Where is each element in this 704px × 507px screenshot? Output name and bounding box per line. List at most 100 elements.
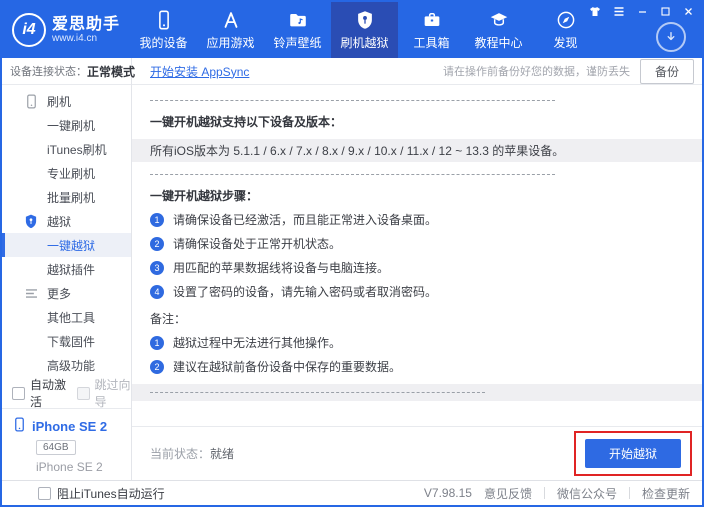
feedback-link[interactable]: 意见反馈 — [484, 485, 532, 502]
status-bar: 阻止iTunes自动运行 V7.98.15 意见反馈 微信公众号 检查更新 — [2, 480, 702, 505]
current-status-text: 当前状态：就绪 — [150, 445, 234, 462]
block-itunes-checkbox[interactable] — [38, 487, 51, 500]
current-status-value: 就绪 — [210, 447, 234, 461]
connection-status-value: 正常模式 — [87, 63, 135, 80]
jailbreak-step: 2 请确保设备处于正常开机状态。 — [150, 235, 702, 252]
sidebar-item-pro-flash[interactable]: 专业刷机 — [2, 161, 131, 185]
nav-flash-jailbreak[interactable]: 刷机越狱 — [331, 2, 398, 58]
backup-button[interactable]: 备份 — [640, 59, 694, 84]
note-number-badge: 2 — [150, 360, 164, 374]
device-connection-status: 设备连接状态：正常模式 — [2, 58, 131, 85]
start-jailbreak-button[interactable]: 开始越狱 — [585, 439, 681, 468]
sidebar-item-label: 下载固件 — [47, 333, 95, 350]
step-text: 设置了密码的设备，请先输入密码或者取消密码。 — [173, 283, 437, 300]
note-text: 建议在越狱前备份设备中保存的重要数据。 — [173, 358, 401, 375]
phone-icon — [153, 9, 175, 31]
sidebar: 设备连接状态：正常模式 刷机 一键刷机 iTunes刷机 专业刷机 批量刷机 — [2, 58, 132, 480]
download-manager-button[interactable] — [656, 22, 686, 52]
device-info-panel[interactable]: iPhone SE 2 64GB iPhone SE 2 — [2, 408, 131, 480]
more-list-icon — [23, 288, 39, 299]
sidebar-item-more[interactable]: 更多 — [2, 281, 131, 305]
nav-label: 发现 — [553, 34, 577, 51]
step-number-badge: 2 — [150, 237, 164, 251]
jailbreak-info-content: 一键开机越狱支持以下设备及版本： 所有iOS版本为 5.1.1 / 6.x / … — [132, 85, 702, 426]
skip-wizard-label: 跳过向导 — [95, 376, 132, 410]
note-number-badge: 1 — [150, 336, 164, 350]
sidebar-menu: 刷机 一键刷机 iTunes刷机 专业刷机 批量刷机 越狱 一键越狱 越狱插件 — [2, 85, 131, 378]
sidebar-item-jailbreak[interactable]: 越狱 — [2, 209, 131, 233]
nav-tutorial-center[interactable]: 教程中心 — [465, 2, 532, 58]
nav-my-devices[interactable]: 我的设备 — [130, 2, 197, 58]
note-item: 2 建议在越狱前备份设备中保存的重要数据。 — [150, 358, 702, 375]
nav-label: 教程中心 — [474, 34, 522, 51]
sidebar-item-download-firmware[interactable]: 下载固件 — [2, 329, 131, 353]
device-capacity-badge: 64GB — [36, 440, 76, 455]
sidebar-item-label: 一键越狱 — [47, 237, 95, 254]
nav-apps-games[interactable]: 应用游戏 — [197, 2, 264, 58]
sidebar-item-batch-flash[interactable]: 批量刷机 — [2, 185, 131, 209]
minimize-button[interactable] — [637, 6, 648, 17]
sidebar-item-jailbreak-plugins[interactable]: 越狱插件 — [2, 257, 131, 281]
supported-devices-title: 一键开机越狱支持以下设备及版本： — [150, 113, 702, 130]
sidebar-item-other-tools[interactable]: 其他工具 — [2, 305, 131, 329]
theme-skin-icon[interactable] — [589, 6, 601, 17]
sidebar-item-one-click-jailbreak[interactable]: 一键越狱 — [2, 233, 131, 257]
nav-label: 工具箱 — [413, 34, 449, 51]
sidebar-item-flash[interactable]: 刷机 — [2, 89, 131, 113]
graduation-cap-icon — [488, 9, 510, 31]
step-text: 请确保设备处于正常开机状态。 — [173, 235, 341, 252]
device-name: iPhone SE 2 — [32, 419, 107, 434]
step-number-badge: 4 — [150, 285, 164, 299]
skip-wizard-checkbox[interactable] — [77, 387, 90, 400]
app-header: i4 爱思助手 www.i4.cn 我的设备 应用游戏 — [2, 2, 702, 58]
compass-icon — [555, 9, 577, 31]
download-arrow-icon — [663, 29, 679, 45]
sidebar-item-label: 高级功能 — [47, 357, 95, 374]
jailbreak-step: 1 请确保设备已经激活，而且能正常进入设备桌面。 — [150, 211, 702, 228]
wechat-account-link[interactable]: 微信公众号 — [557, 485, 617, 502]
nav-toolbox[interactable]: 工具箱 — [398, 2, 465, 58]
jailbreak-step: 4 设置了密码的设备，请先输入密码或者取消密码。 — [150, 283, 702, 300]
ringtone-folder-icon — [287, 9, 309, 31]
sidebar-item-itunes-flash[interactable]: iTunes刷机 — [2, 137, 131, 161]
note-item: 1 越狱过程中无法进行其他操作。 — [150, 334, 702, 351]
block-itunes-label: 阻止iTunes自动运行 — [57, 485, 165, 502]
note-text: 越狱过程中无法进行其他操作。 — [173, 334, 341, 351]
step-text: 请确保设备已经激活，而且能正常进入设备桌面。 — [173, 211, 437, 228]
app-window: i4 爱思助手 www.i4.cn 我的设备 应用游戏 — [0, 0, 704, 507]
auto-activate-checkbox[interactable] — [12, 387, 25, 400]
menu-icon[interactable] — [613, 6, 625, 17]
close-button[interactable] — [683, 6, 694, 17]
toolbox-icon — [421, 9, 443, 31]
sidebar-item-label: 专业刷机 — [47, 165, 95, 182]
divider — [544, 487, 545, 499]
connection-status-label: 设备连接状态： — [10, 63, 87, 79]
backup-notice-text: 请在操作前备份好您的数据，谨防丢失 — [443, 63, 630, 79]
step-number-badge: 1 — [150, 213, 164, 227]
action-bar: 当前状态：就绪 开始越狱 — [132, 426, 702, 480]
logo-i4-icon: i4 — [12, 13, 46, 47]
sidebar-item-label: 刷机 — [47, 93, 71, 110]
sidebar-item-label: 其他工具 — [47, 309, 95, 326]
step-number-badge: 3 — [150, 261, 164, 275]
sidebar-item-label: 批量刷机 — [47, 189, 95, 206]
jailbreak-steps-title: 一键开机越狱步骤： — [150, 187, 702, 204]
sidebar-item-advanced-features[interactable]: 高级功能 — [2, 353, 131, 377]
sidebar-item-label: 更多 — [47, 285, 71, 302]
nav-label: 应用游戏 — [206, 34, 254, 51]
nav-ringtones-wallpapers[interactable]: 铃声壁纸 — [264, 2, 331, 58]
app-site-url: www.i4.cn — [52, 33, 120, 45]
red-highlight-annotation: 开始越狱 — [574, 431, 692, 476]
version-text: V7.98.15 — [424, 486, 472, 500]
jailbreak-shield-icon — [23, 214, 39, 229]
sidebar-item-label: 一键刷机 — [47, 117, 95, 134]
sidebar-item-one-click-flash[interactable]: 一键刷机 — [2, 113, 131, 137]
appstore-icon — [220, 9, 242, 31]
check-update-link[interactable]: 检查更新 — [642, 485, 690, 502]
sidebar-item-label: 越狱插件 — [47, 261, 95, 278]
maximize-button[interactable] — [660, 6, 671, 17]
install-appsync-link[interactable]: 开始安装 AppSync — [150, 63, 249, 80]
notes-title: 备注： — [150, 310, 702, 327]
content-toolbar: 开始安装 AppSync 请在操作前备份好您的数据，谨防丢失 备份 — [132, 58, 702, 85]
current-status-label: 当前状态： — [150, 447, 210, 461]
